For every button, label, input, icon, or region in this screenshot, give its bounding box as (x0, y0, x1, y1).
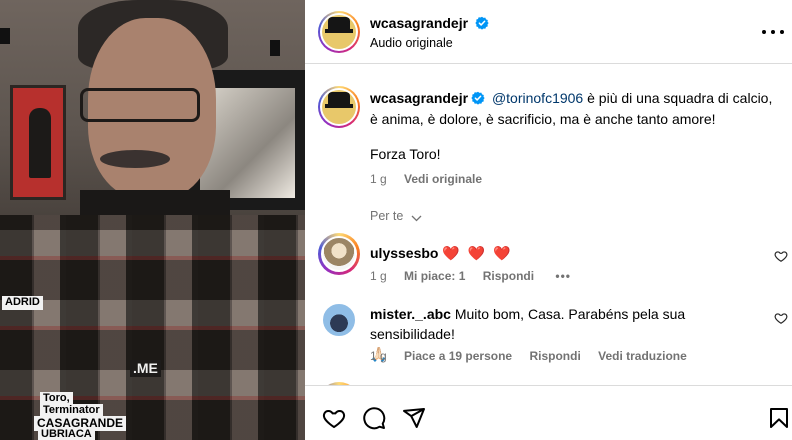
caption-author-avatar[interactable] (318, 86, 360, 128)
reply-button[interactable]: Rispondi (483, 269, 534, 283)
comment-likes[interactable]: Mi piace: 1 (404, 269, 465, 283)
collage-text: UBRIACA (38, 428, 95, 440)
commenter-avatar[interactable] (318, 233, 360, 275)
post-header: wcasagrandejr Audio originale (305, 0, 792, 64)
caption-author[interactable]: wcasagrandejr (370, 90, 468, 106)
caption-time[interactable]: 1 g (370, 172, 387, 186)
commenter-username[interactable]: mister._.abc (370, 306, 451, 322)
commenter-username[interactable]: ulyssesbo (370, 245, 438, 261)
see-original-link[interactable]: Vedi originale (404, 172, 482, 186)
comment-body: ulyssesbo ❤️ ❤️ ❤️ (370, 243, 765, 263)
audio-label[interactable]: Audio originale (370, 36, 453, 50)
comment-time[interactable]: 1 g (370, 349, 387, 363)
collage-text: ADRID (2, 296, 43, 310)
like-comment-icon[interactable] (774, 311, 788, 325)
commenter-avatar[interactable] (318, 299, 360, 341)
post-action-bar (305, 385, 792, 440)
chevron-down-icon (411, 215, 422, 222)
wall-poster (10, 85, 66, 200)
comment-time[interactable]: 1 g (370, 269, 387, 283)
comments-list[interactable]: wcasagrandejr @torinofc1906 è più di una… (305, 65, 792, 385)
comment-filter[interactable]: Per te (370, 209, 422, 223)
post-video[interactable]: ADRID Toro, Terminator CASAGRANDE UBRIAC… (0, 0, 305, 440)
author-username[interactable]: wcasagrandejr (370, 15, 468, 31)
heart-icon[interactable] (322, 406, 346, 430)
mention-link[interactable]: @torinofc1906 (492, 90, 583, 106)
comment-icon[interactable] (362, 406, 386, 430)
verified-badge-icon (475, 16, 489, 30)
caption-text: wcasagrandejr @torinofc1906 è più di una… (370, 88, 780, 130)
ceiling-lamp (0, 28, 10, 44)
comment-filter-label: Per te (370, 209, 404, 223)
see-translation-button[interactable]: Vedi traduzione (598, 349, 687, 363)
author-name-wrap: wcasagrandejr (370, 15, 489, 31)
caption-line2: Forza Toro! (370, 146, 441, 162)
more-options-icon[interactable] (762, 22, 784, 42)
ceiling-lamp (270, 40, 280, 56)
comment-text: ❤️ ❤️ ❤️ (442, 245, 513, 261)
video-person (70, 0, 230, 220)
collage-text: .ME (130, 360, 161, 377)
share-icon[interactable] (402, 406, 426, 430)
caption-meta: 1 g Vedi originale (370, 172, 482, 186)
bookmark-icon[interactable] (767, 406, 791, 430)
comment-meta: 1 g Mi piace: 1 Rispondi ••• (370, 269, 571, 283)
verified-badge-icon (471, 91, 485, 105)
reply-button[interactable]: Rispondi (529, 349, 580, 363)
like-comment-icon[interactable] (774, 249, 788, 263)
post-sidebar: wcasagrandejr Audio originale wcasagrand… (305, 0, 792, 440)
comment-more-icon[interactable]: ••• (555, 269, 571, 283)
comment-meta: 1 g Piace a 19 persone Rispondi Vedi tra… (370, 349, 687, 363)
comment-likes[interactable]: Piace a 19 persone (404, 349, 512, 363)
author-avatar[interactable] (318, 11, 360, 53)
